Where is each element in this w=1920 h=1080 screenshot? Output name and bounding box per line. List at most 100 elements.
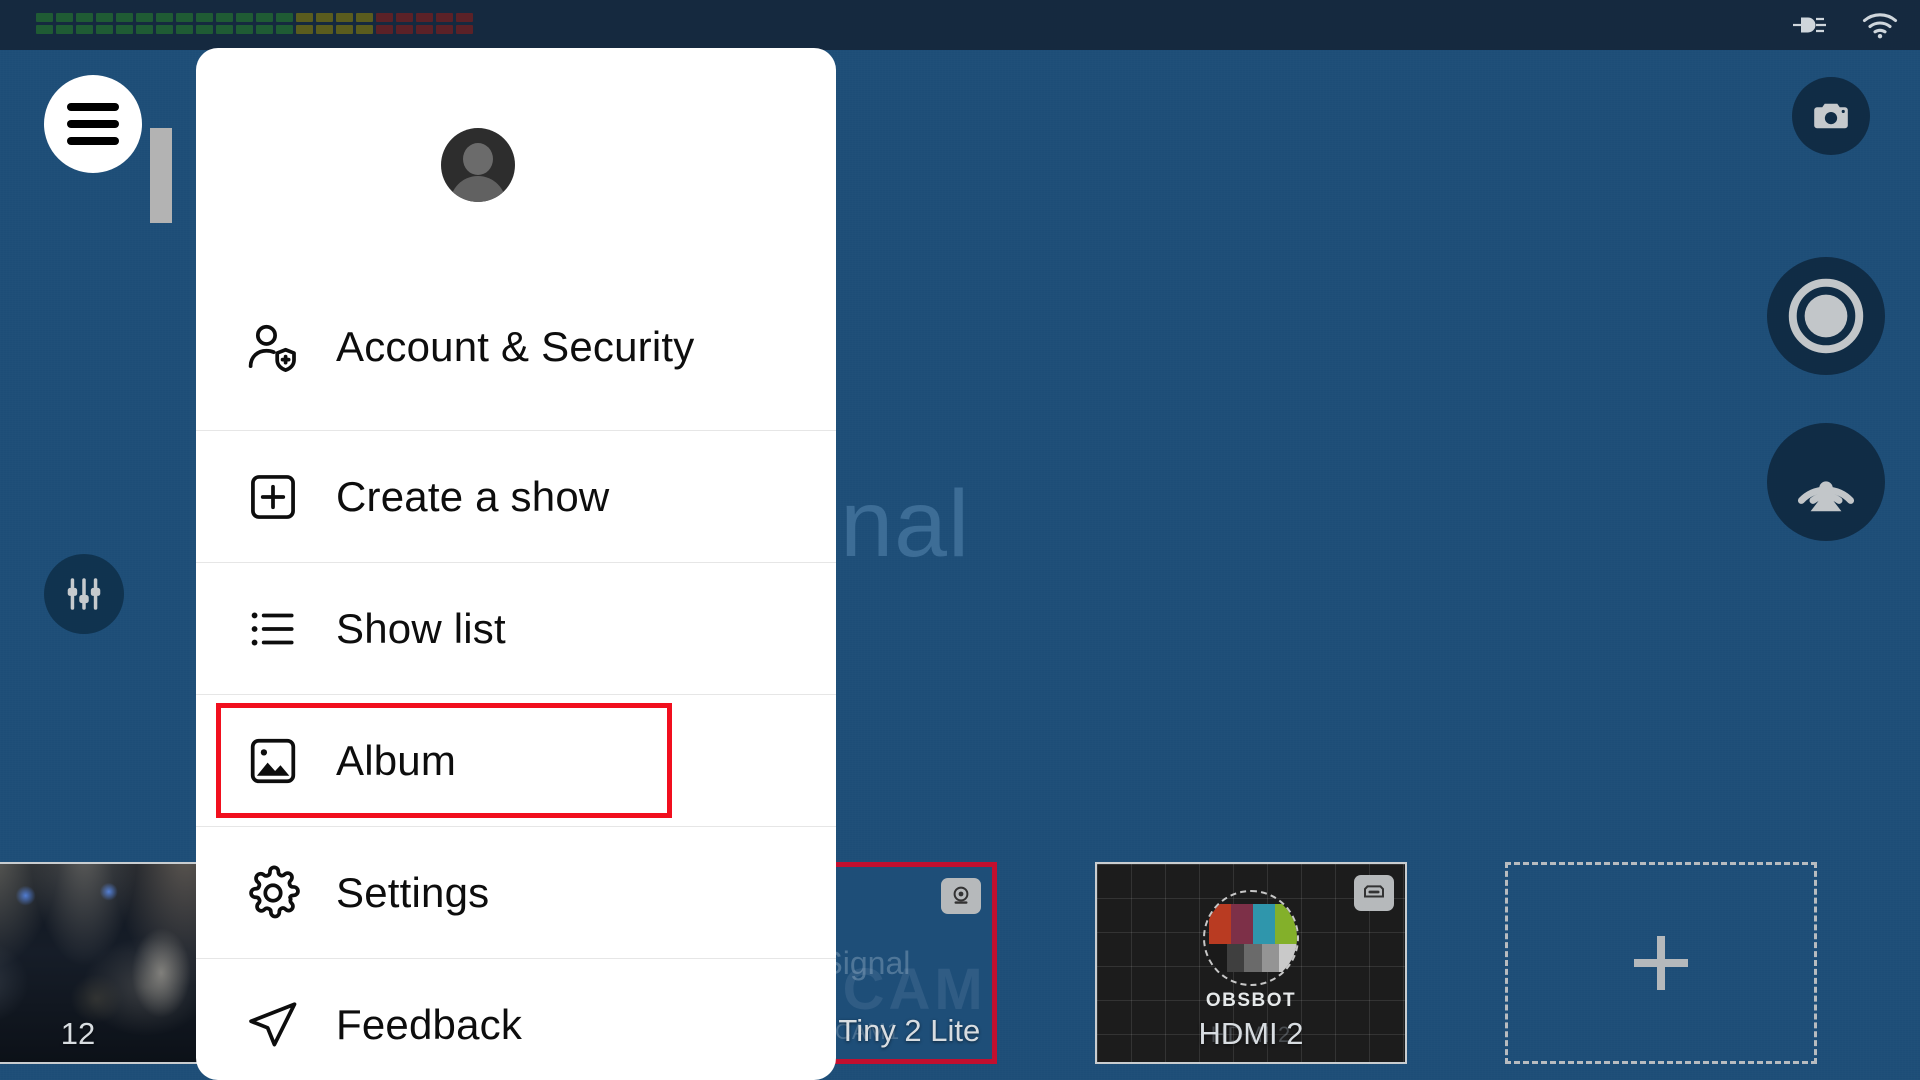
audio-level-segment [336,13,353,22]
menu-item-account-security[interactable]: Account & Security [196,264,836,430]
menu-item-album[interactable]: Album [196,694,836,826]
list-icon [251,612,294,645]
audio-level-segment [176,13,193,22]
audio-level-segment [36,25,53,34]
audio-level-segment [76,25,93,34]
audio-level-segment [396,25,413,34]
webcam-badge [941,878,981,914]
rail-connector [150,128,172,223]
menu-item-label: Account & Security [336,323,695,370]
system-icons [1792,0,1898,50]
audio-level-segment [416,13,433,22]
obsbot-brand-text: OBSBOT [1205,990,1297,1011]
main-menu-drawer: Account & Security Create a show Show list… [196,48,836,1080]
menu-item-create-a-show[interactable]: Create a show [196,430,836,562]
hdmi-label: HDMI 2 [1198,1016,1304,1051]
gear-icon [242,862,304,924]
camera-icon [1814,103,1848,129]
audio-level-segment [376,13,393,22]
audio-level-segment [136,25,153,34]
audio-level-segment [396,13,413,22]
menu-item-label: Settings [336,868,490,916]
snapshot-button[interactable] [1792,77,1870,155]
webcam-icon [953,886,969,904]
record-button[interactable] [1767,257,1885,375]
menu-item-show-list[interactable]: Show list [196,562,836,694]
audio-level-segment [116,25,133,34]
obsbot-test-pattern [1203,890,1299,986]
audio-level-segment [256,25,273,34]
app-stage: XT Signal [0,0,1920,1080]
audio-level-segment [436,13,453,22]
audio-level-segment [196,13,213,22]
audio-level-segment [156,13,173,22]
status-bar [0,0,1920,50]
avatar-head [463,143,493,175]
menu-item-feedback[interactable]: Feedback [196,958,836,1080]
menu-item-label: Show list [336,604,506,652]
audio-mixer-button[interactable] [44,554,124,634]
wifi-icon [1862,13,1898,39]
account-security-icon [242,316,304,378]
audio-level-segment [176,25,193,34]
audio-level-row [36,13,473,22]
audio-level-segment [296,25,313,34]
image-icon [250,738,296,783]
menu-list: Account & Security Create a show Show list… [196,264,836,1080]
audio-level-segment [316,25,333,34]
audio-level-segment [96,25,113,34]
hamburger-icon [67,103,119,145]
list-icon [242,598,304,660]
audio-level-segment [296,13,313,22]
audio-level-segment [416,25,433,34]
audio-level-segment [316,13,333,22]
menu-item-label: Feedback [336,1000,523,1048]
audio-level-segment [56,25,73,34]
sliders-icon [67,578,101,610]
audio-level-meter [36,13,473,34]
avatar-body [450,176,506,202]
audio-level-segment [136,13,153,22]
color-bars-bottom [1209,944,1297,972]
plus-box-icon [251,474,295,519]
live-stream-button[interactable] [1767,423,1885,541]
send-icon [242,994,304,1056]
account-security-icon [248,324,296,372]
hdmi-badge [1354,875,1394,911]
audio-level-segment [156,25,173,34]
menu-item-settings[interactable]: Settings [196,826,836,958]
gear-icon [249,865,300,918]
audio-level-segment [116,13,133,22]
audio-level-segment [216,13,233,22]
audio-level-segment [456,13,473,22]
audio-level-segment [96,13,113,22]
hdmi-icon [1364,885,1384,898]
audio-level-segment [56,13,73,22]
menu-item-label: Create a show [336,472,610,520]
audio-level-segment [356,25,373,34]
broadcast-icon [1797,481,1855,512]
audio-level-segment [336,25,353,34]
audio-level-segment [436,25,453,34]
power-plug-icon [1793,17,1826,33]
audio-level-segment [236,25,253,34]
audio-level-segment [196,25,213,34]
audio-level-segment [256,13,273,22]
plus-box-icon [242,466,304,528]
image-icon [242,730,304,792]
audio-level-segment [456,25,473,34]
audio-level-segment [276,25,293,34]
source-thumb-hdmi2[interactable]: OBSBOT HDMI 2 HDMI 2 [1095,862,1407,1064]
audio-level-segment [216,25,233,34]
audio-level-segment [236,13,253,22]
audio-level-segment [76,13,93,22]
audio-level-segment [36,13,53,22]
color-bars-top [1209,904,1297,944]
avatar[interactable] [441,128,515,202]
hamburger-menu-button[interactable] [44,75,142,173]
audio-level-segment [376,25,393,34]
record-icon [1788,278,1864,354]
audio-level-segment [356,13,373,22]
send-icon [249,1001,297,1046]
add-source-button[interactable] [1505,862,1817,1064]
